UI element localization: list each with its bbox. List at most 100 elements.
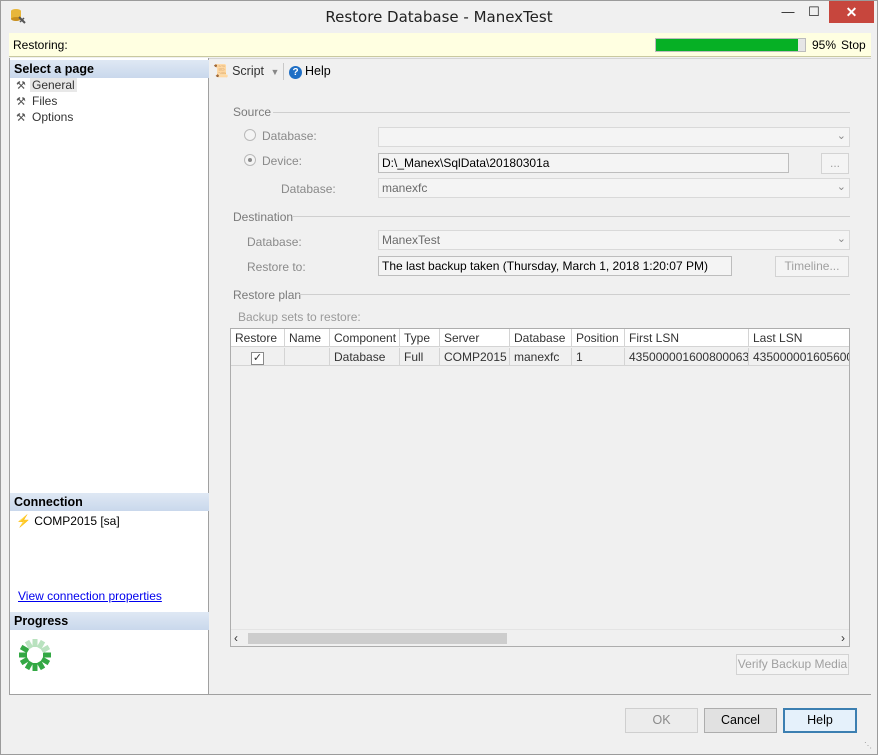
source-group-label: Source (233, 105, 272, 119)
title-bar[interactable]: Restore Database - ManexTest — ☐ ✕ (1, 1, 877, 32)
device-radio[interactable] (244, 154, 256, 166)
wrench-icon: ⚒ (16, 96, 26, 108)
restore-cell[interactable]: ✓ (231, 348, 285, 366)
name-cell (285, 348, 330, 366)
column-header[interactable]: Name (285, 329, 330, 347)
spinner-segment (32, 639, 38, 647)
help-toolbar-button[interactable]: ? Help (289, 64, 331, 79)
device-path-field[interactable]: D:\_Manex\SqlData\20180301a (378, 153, 789, 173)
database-cell: manexfc (510, 348, 572, 366)
left-pane: Select a page ⚒ General ⚒ Files ⚒ Options C… (9, 58, 209, 695)
table-row[interactable]: ✓ Database Full COMP2015 manexfc 1 43500… (231, 348, 849, 366)
backup-sets-label: Backup sets to restore: (238, 310, 361, 324)
destination-database-value: ManexTest (382, 233, 441, 247)
page-item-files[interactable]: ⚒ Files (16, 94, 59, 110)
grid-header: Restore Name Component Type Server Datab… (231, 329, 849, 347)
page-label: General (30, 78, 77, 92)
main-pane: 📜 Script ▼ ? Help Source Database: ⌄ Devi… (209, 58, 871, 695)
chevron-down-icon: ⌄ (836, 130, 846, 142)
spinner-segment (43, 652, 51, 658)
view-connection-properties-link[interactable]: View connection properties (18, 589, 162, 603)
page-item-general[interactable]: ⚒ General (16, 78, 77, 94)
column-header[interactable]: Component (330, 329, 400, 347)
horizontal-scrollbar[interactable]: ‹ › (231, 629, 849, 646)
help-button[interactable]: Help (783, 708, 857, 733)
restore-progress-fill (656, 39, 798, 51)
progress-header: Progress (10, 612, 209, 630)
device-database-value: manexfc (382, 181, 428, 195)
connection-header: Connection (10, 493, 209, 511)
position-cell: 1 (572, 348, 625, 366)
chevron-down-icon[interactable]: ▼ (271, 67, 280, 77)
last-lsn-cell: 435000001605600001 (753, 350, 849, 364)
script-button[interactable]: 📜 Script ▼ (213, 64, 279, 79)
cancel-button[interactable]: Cancel (704, 708, 777, 733)
column-header[interactable]: First LSN (625, 329, 749, 347)
column-header[interactable]: Database (510, 329, 572, 347)
timeline-button[interactable]: Timeline... (775, 256, 849, 277)
source-database-select[interactable]: ⌄ (378, 127, 850, 147)
device-database-select[interactable]: manexfc ⌄ (378, 178, 850, 198)
chevron-left-icon[interactable]: ‹ (234, 631, 238, 645)
backup-sets-grid[interactable]: Restore Name Component Type Server Datab… (230, 328, 850, 647)
scrollbar-thumb[interactable] (248, 633, 507, 644)
wrench-icon: ⚒ (16, 112, 26, 124)
destination-divider (293, 216, 850, 217)
restore-status-strip: Restoring: 95% Stop (9, 33, 871, 57)
column-header[interactable]: Restore (231, 329, 285, 347)
device-label: Device: (262, 154, 303, 168)
window-title: Restore Database - ManexTest (325, 8, 553, 26)
select-page-header: Select a page (10, 60, 209, 78)
wrench-icon: ⚒ (16, 80, 26, 92)
stop-button[interactable]: Stop (841, 38, 866, 52)
column-header[interactable]: Position (572, 329, 625, 347)
column-header[interactable]: Server (440, 329, 510, 347)
chevron-down-icon: ⌄ (836, 233, 846, 245)
browse-button[interactable]: ... (821, 153, 849, 174)
type-cell: Full (400, 348, 440, 366)
server-cell: COMP2015 (440, 348, 510, 366)
chevron-down-icon: ⌄ (836, 181, 846, 193)
script-icon: 📜 (213, 64, 229, 78)
device-database-label: Database: (281, 182, 336, 196)
source-divider (273, 112, 850, 113)
progress-spinner-icon (19, 639, 51, 671)
restore-to-label: Restore to: (247, 260, 306, 274)
page-label: Files (32, 94, 58, 108)
first-lsn-cell: 435000001600800063 (625, 348, 749, 366)
status-label: Restoring: (13, 38, 68, 52)
source-database-label: Database: (262, 129, 317, 143)
column-header[interactable]: Last LSN (749, 329, 849, 347)
restore-plan-divider (299, 294, 850, 295)
ok-button[interactable]: OK (625, 708, 698, 733)
component-cell: Database (330, 348, 400, 366)
verify-backup-media-button[interactable]: Verify Backup Media (736, 654, 849, 675)
progress-percent: 95% (812, 38, 837, 52)
chevron-right-icon[interactable]: › (841, 631, 845, 645)
page-item-options[interactable]: ⚒ Options (16, 110, 75, 126)
close-icon[interactable]: ✕ (829, 1, 874, 23)
destination-database-label: Database: (247, 235, 302, 249)
column-header[interactable]: Type (400, 329, 440, 347)
spinner-segment (19, 652, 27, 658)
spinner-segment (32, 663, 38, 671)
restore-progress-bar (655, 38, 806, 52)
destination-group-label: Destination (233, 210, 294, 224)
resize-grip-icon[interactable]: ⋱ (864, 741, 874, 751)
toolbar-separator (283, 63, 284, 80)
help-label: Help (305, 64, 331, 78)
maximize-icon[interactable]: ☐ (799, 1, 829, 23)
restore-plan-group-label: Restore plan (233, 288, 302, 302)
plug-icon: ⚡ (16, 514, 31, 528)
help-icon: ? (289, 66, 302, 79)
connection-name: COMP2015 [sa] (34, 514, 120, 528)
restore-checkbox[interactable]: ✓ (251, 352, 264, 365)
destination-database-select[interactable]: ManexTest ⌄ (378, 230, 850, 250)
restore-to-field[interactable]: The last backup taken (Thursday, March 1… (378, 256, 732, 276)
script-label: Script (232, 64, 265, 78)
connection-info: ⚡ COMP2015 [sa] (16, 514, 120, 528)
page-label: Options (32, 110, 74, 124)
toolbar: 📜 Script ▼ ? Help (209, 59, 869, 83)
restore-database-dialog: Restore Database - ManexTest — ☐ ✕ Resto… (0, 0, 878, 755)
database-radio[interactable] (244, 129, 256, 141)
